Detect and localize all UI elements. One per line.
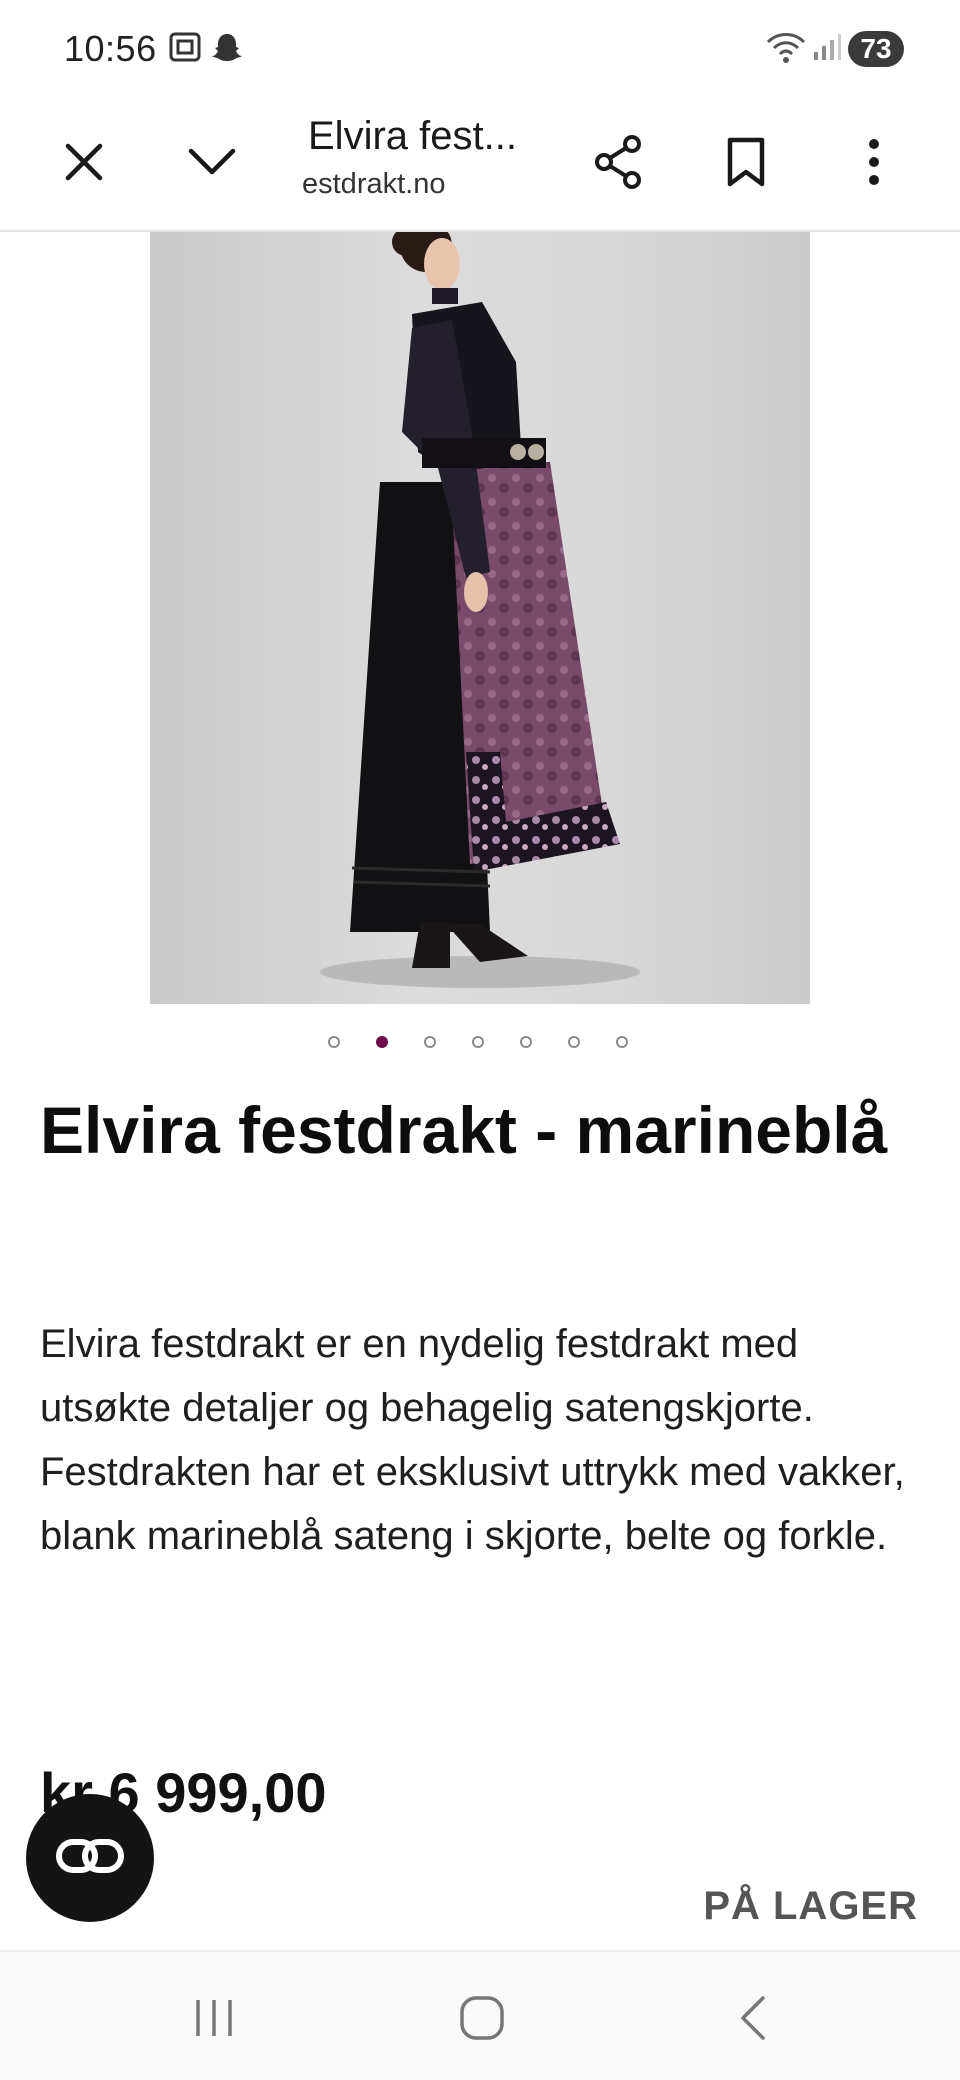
bunad-illustration	[320, 232, 640, 988]
more-options-button[interactable]	[834, 124, 914, 204]
carousel-indicator	[0, 1032, 960, 1052]
carousel-dot[interactable]	[328, 1036, 340, 1048]
product-description: Elvira festdrakt er en nydelig festdrakt…	[40, 1322, 905, 1558]
product-image[interactable]	[150, 232, 810, 1004]
share-button[interactable]	[578, 124, 658, 204]
minimize-button[interactable]	[172, 124, 252, 204]
recents-icon	[192, 1996, 236, 2045]
bookmark-icon	[726, 136, 766, 193]
carousel-dot[interactable]	[616, 1036, 628, 1048]
share-icon	[592, 134, 644, 195]
page-title: Elvira fest...	[308, 114, 517, 158]
wifi-icon	[764, 30, 808, 71]
recents-button[interactable]	[164, 1980, 264, 2060]
status-bar: 10:56 73	[0, 0, 960, 96]
stock-status: PÅ LAGER	[703, 1884, 918, 1928]
system-navigation-bar	[0, 1950, 960, 2080]
back-button[interactable]	[702, 1980, 802, 2060]
carousel-dot[interactable]	[472, 1036, 484, 1048]
back-icon	[737, 1994, 767, 2047]
bookmark-button[interactable]	[706, 124, 786, 204]
chevron-down-icon	[187, 147, 237, 182]
status-time: 10:56	[64, 28, 157, 69]
snapchat-icon	[210, 30, 244, 69]
home-icon	[458, 1994, 506, 2047]
carousel-dot[interactable]	[520, 1036, 532, 1048]
close-icon	[62, 140, 106, 189]
link-fab-button[interactable]	[26, 1794, 154, 1922]
link-icon	[55, 1836, 125, 1881]
product-title: Elvira festdrakt - marineblå	[40, 1093, 888, 1167]
carousel-dot[interactable]	[424, 1036, 436, 1048]
signal-icon	[812, 30, 842, 69]
battery-indicator: 73	[848, 31, 904, 67]
screenshot-icon	[168, 30, 202, 69]
carousel-dot-active[interactable]	[376, 1036, 388, 1048]
custom-tab-toolbar: Elvira fest... estdrakt.no	[0, 96, 960, 232]
page-url: estdrakt.no	[302, 168, 446, 200]
carousel-dot[interactable]	[568, 1036, 580, 1048]
more-icon	[866, 136, 882, 193]
home-button[interactable]	[432, 1980, 532, 2060]
close-button[interactable]	[44, 124, 124, 204]
